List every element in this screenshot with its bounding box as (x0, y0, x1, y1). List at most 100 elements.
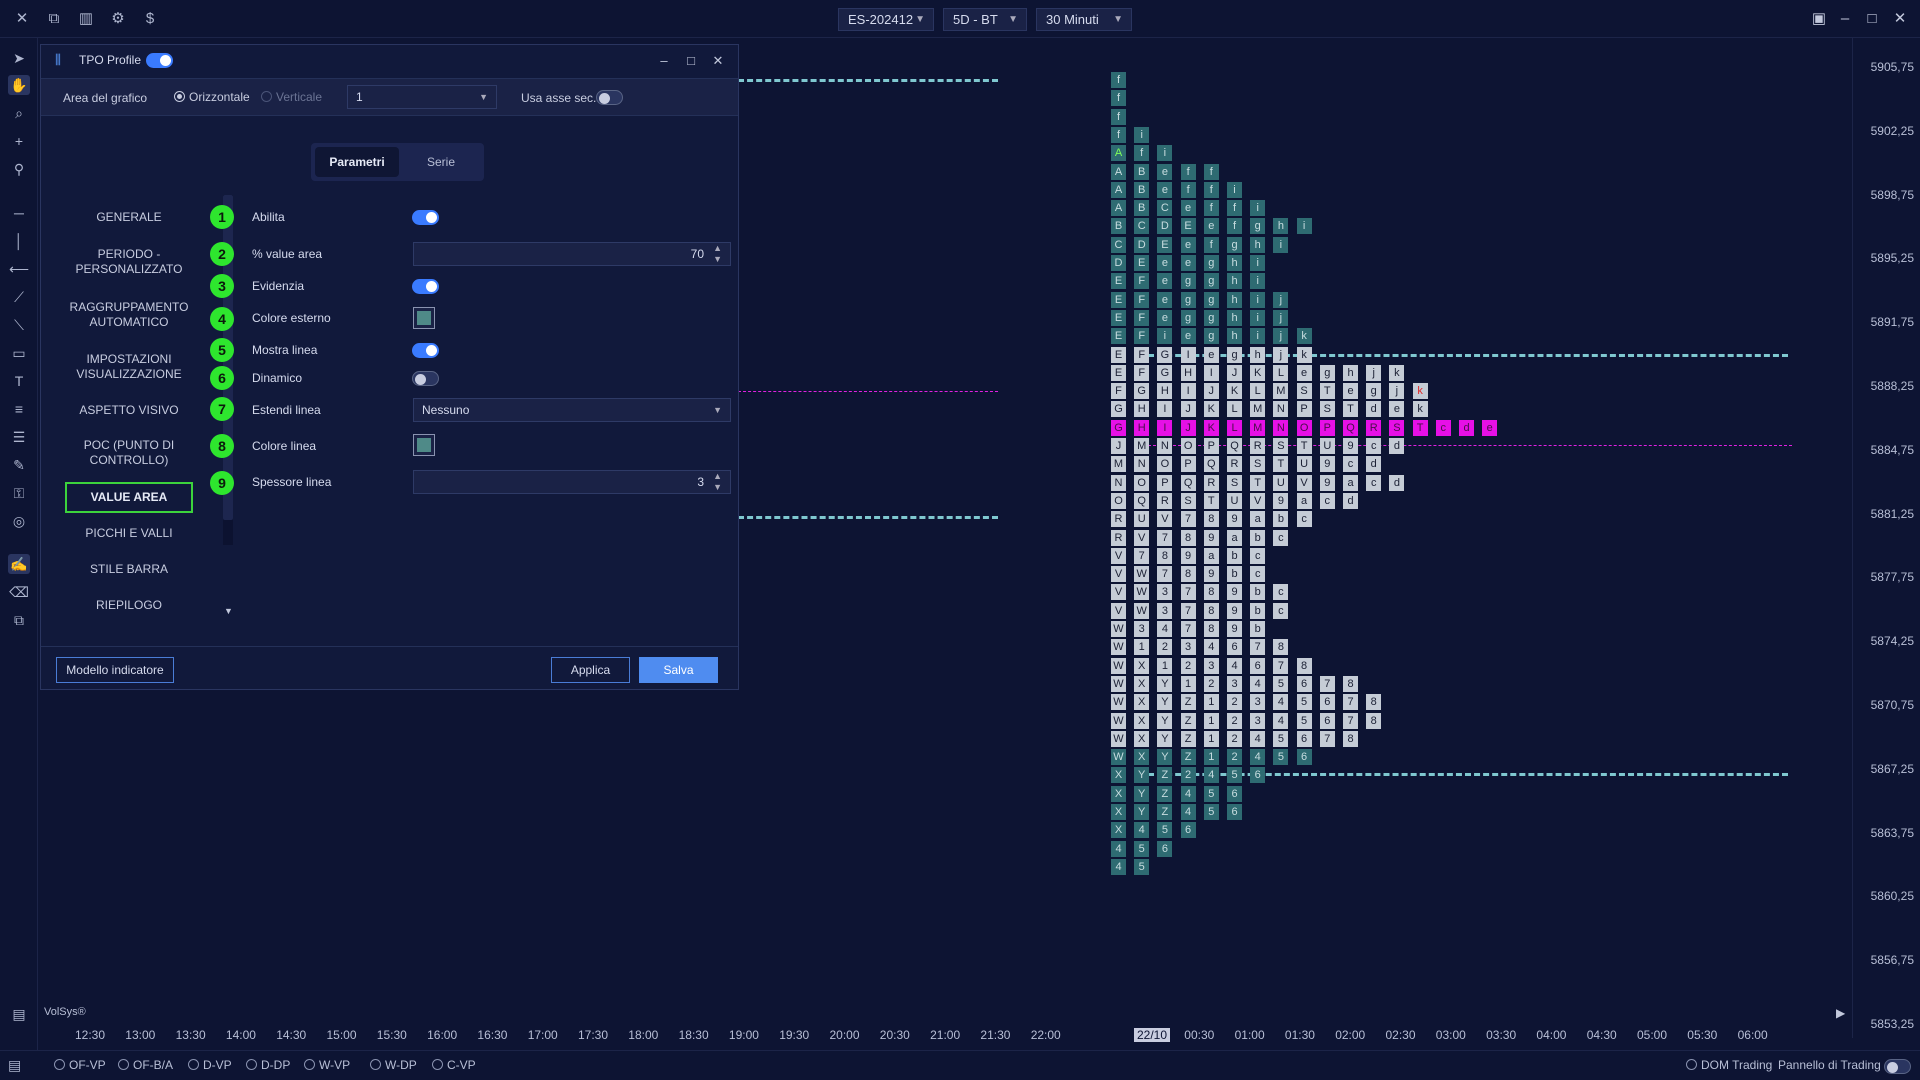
extend-line-select[interactable]: Nessuno ▼ (413, 398, 731, 422)
draw-mode-icon[interactable]: ✍ (8, 554, 30, 574)
nav-riepilogo[interactable]: RIEPILOGO (65, 598, 193, 613)
close-icon[interactable]: ✕ (709, 52, 727, 70)
minimize-icon[interactable]: – (1834, 8, 1856, 30)
orientation-vertical-radio[interactable]: Verticale (261, 90, 322, 104)
tpo-cell: Z (1180, 730, 1196, 747)
tab-serie[interactable]: Serie (403, 147, 479, 177)
data-source-select[interactable]: 5D - BT ▼ (943, 8, 1027, 31)
scroll-right-icon[interactable]: ▶ (1836, 1006, 1845, 1020)
nav-raggruppamento[interactable]: RAGGRUPPAMENTO AUTOMATICO (65, 300, 193, 330)
visibility-icon[interactable]: ◎ (8, 511, 30, 531)
list-icon[interactable]: ☰ (8, 427, 30, 447)
timeframe-select[interactable]: 30 Minuti ▼ (1036, 8, 1132, 31)
price-label: 5860,25 (1870, 889, 1914, 904)
cursor-icon[interactable]: ➤ (8, 48, 30, 68)
nav-generale[interactable]: GENERALE (65, 210, 193, 225)
tpo-cell: g (1203, 309, 1219, 326)
time-label: 20:30 (879, 1028, 910, 1042)
tpo-cell: R (1111, 511, 1126, 528)
profile-radio-w-vp[interactable]: W-VP (304, 1058, 350, 1072)
close-icon[interactable]: ✕ (12, 9, 32, 29)
panel-icon[interactable]: ▤ (8, 1004, 30, 1024)
time-label: 17:30 (578, 1028, 609, 1042)
profile-radio-d-dp[interactable]: D-DP (246, 1058, 290, 1072)
rectangle-icon[interactable]: ▭ (8, 343, 30, 363)
ray-icon[interactable]: ⟵ (8, 259, 30, 279)
tpo-cell: R (1203, 474, 1219, 491)
dynamic-toggle[interactable] (412, 371, 439, 386)
magnet-icon[interactable]: ⚲ (8, 159, 30, 179)
profile-radio-w-dp[interactable]: W-DP (370, 1058, 417, 1072)
window-close-icon[interactable]: ✕ (1889, 8, 1911, 30)
nav-poc[interactable]: POC (PUNTO DI CONTROLLO) (65, 438, 193, 468)
profile-radio-c-vp[interactable]: C-VP (432, 1058, 476, 1072)
area-select[interactable]: 1 ▼ (347, 85, 497, 109)
outer-color-swatch[interactable] (413, 307, 435, 329)
tpo-cell: D (1134, 236, 1150, 253)
save-button[interactable]: Salva (639, 657, 718, 683)
bar-chart-icon[interactable]: ▥ (76, 9, 96, 29)
nav-periodo[interactable]: PERIODO - PERSONALIZZATO (65, 247, 193, 277)
layout-icon[interactable]: ▣ (1808, 8, 1830, 30)
tpo-cell: 5 (1203, 804, 1219, 820)
show-line-toggle[interactable] (412, 343, 439, 358)
time-label: 14:30 (276, 1028, 307, 1042)
indicator-enable-toggle[interactable] (146, 53, 173, 68)
maximize-icon[interactable]: □ (682, 52, 700, 70)
nav-stile-barra[interactable]: STILE BARRA (65, 562, 193, 577)
nav-aspetto[interactable]: ASPETTO VISIVO (65, 403, 193, 418)
nav-value-area[interactable]: VALUE AREA (65, 482, 193, 513)
zoom-icon[interactable]: ⌕ (8, 103, 30, 123)
layers-icon[interactable]: ⧉ (8, 610, 30, 630)
dollar-icon[interactable]: $ (140, 9, 160, 29)
tpo-cell: c (1366, 438, 1382, 454)
dialog-title: TPO Profile (79, 53, 142, 67)
profile-radio-d-vp[interactable]: D-VP (188, 1058, 232, 1072)
secondary-axis-toggle[interactable] (596, 90, 623, 105)
symbol-select[interactable]: ES-202412 ▼ (838, 8, 934, 31)
text-icon[interactable]: T (8, 371, 30, 391)
stepper-icon[interactable]: ▲ ▼ (713, 471, 722, 493)
dom-trading-toggle[interactable]: DOM Trading (1686, 1058, 1772, 1072)
lock-icon[interactable]: ⚿ (8, 483, 30, 503)
value-area-pct-value: 70 (690, 247, 704, 261)
ruler-icon[interactable]: ⟍ (8, 315, 30, 335)
tpo-cell: 8 (1203, 602, 1219, 619)
nav-picchi[interactable]: PICCHI E VALLI (65, 526, 193, 541)
enable-toggle[interactable] (412, 210, 439, 225)
panel-toggle-icon[interactable]: ▤ (8, 1057, 28, 1075)
nav-impostazioni[interactable]: IMPOSTAZIONI VISUALIZZAZIONE (65, 352, 193, 382)
crosshair-icon[interactable]: + (8, 131, 30, 151)
candles-icon[interactable]: ⧉ (44, 9, 64, 29)
apply-button[interactable]: Applica (551, 657, 630, 683)
value-area-pct-input[interactable]: 70 ▲ ▼ (413, 242, 731, 266)
scroll-down-icon[interactable]: ▼ (224, 606, 233, 616)
dialog-header: ⫼ TPO Profile – □ ✕ (41, 45, 738, 77)
hand-icon[interactable]: ✋ (8, 75, 30, 95)
minimize-icon[interactable]: – (655, 52, 673, 70)
tab-parametri[interactable]: Parametri (315, 147, 399, 177)
horizontal-line-icon[interactable]: ─ (8, 203, 30, 223)
horizontal-label: Orizzontale (189, 90, 250, 104)
indicator-template-button[interactable]: Modello indicatore (56, 657, 174, 683)
maximize-icon[interactable]: □ (1861, 8, 1883, 30)
highlight-toggle[interactable] (412, 279, 439, 294)
line-color-swatch[interactable] (413, 434, 435, 456)
profile-radio-of-vp[interactable]: OF-VP (54, 1058, 106, 1072)
gear-icon[interactable]: ⚙ (108, 9, 128, 29)
tpo-cell: T (1343, 401, 1358, 418)
time-axis[interactable]: 12:30 13:00 13:30 14:00 14:30 15:00 15:30 16:00… (38, 1025, 1852, 1047)
pencil-icon[interactable]: ✎ (8, 455, 30, 475)
trend-line-icon[interactable]: ⟋ (8, 287, 30, 307)
tpo-cell: Q (1343, 419, 1358, 436)
stepper-icon[interactable]: ▲ ▼ (713, 243, 722, 265)
tpo-cell: k (1389, 364, 1405, 381)
price-axis[interactable]: 5905,75 5902,25 5898,75 5895,25 5891,75 5888,… (1852, 38, 1920, 1038)
vertical-line-icon[interactable]: │ (8, 231, 30, 251)
line-width-input[interactable]: 3 ▲ ▼ (413, 470, 731, 494)
eraser-icon[interactable]: ⌫ (8, 582, 30, 602)
fibonacci-icon[interactable]: ≡ (8, 399, 30, 419)
orientation-horizontal-radio[interactable]: Orizzontale (174, 90, 250, 104)
profile-radio-of-b-a[interactable]: OF-B/A (118, 1058, 173, 1072)
trading-panel-toggle[interactable] (1884, 1059, 1911, 1074)
